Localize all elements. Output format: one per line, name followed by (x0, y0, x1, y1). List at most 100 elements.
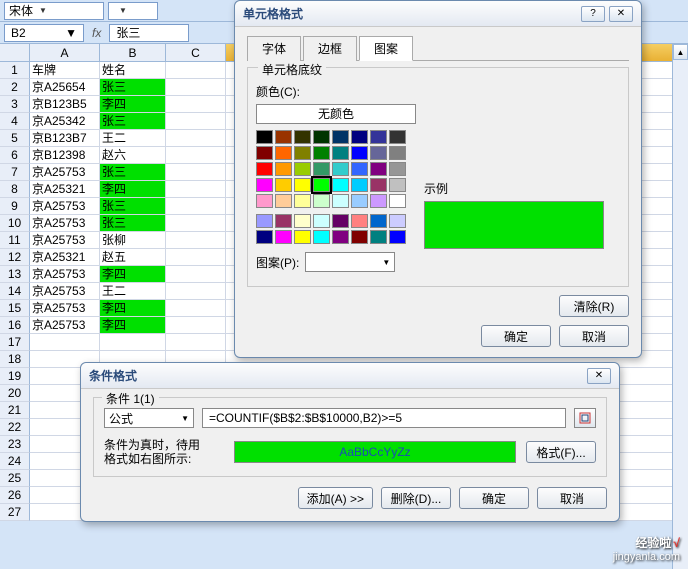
fx-icon[interactable]: fx (92, 26, 101, 40)
cell[interactable] (166, 79, 226, 96)
cell[interactable] (166, 232, 226, 249)
row-header[interactable]: 5 (0, 130, 30, 147)
ok-button[interactable]: 确定 (481, 325, 551, 347)
formula-input[interactable]: 张三 (109, 24, 189, 42)
color-swatch[interactable] (332, 230, 349, 244)
rule-type-dropdown[interactable]: 公式 ▼ (104, 408, 194, 428)
cell[interactable] (166, 130, 226, 147)
color-swatch[interactable] (275, 194, 292, 208)
font-size-dropdown[interactable]: ▼ (108, 2, 158, 20)
color-swatch[interactable] (294, 162, 311, 176)
color-swatch[interactable] (256, 178, 273, 192)
cell[interactable] (166, 113, 226, 130)
color-swatch[interactable] (275, 162, 292, 176)
color-swatch[interactable] (256, 214, 273, 228)
color-swatch[interactable] (332, 214, 349, 228)
color-swatch[interactable] (351, 178, 368, 192)
color-swatch[interactable] (370, 178, 387, 192)
cell[interactable] (166, 181, 226, 198)
dialog-titlebar[interactable]: 条件格式 ✕ (81, 363, 619, 389)
cell[interactable]: 京A25321 (30, 181, 100, 198)
row-header[interactable]: 15 (0, 300, 30, 317)
row-header[interactable]: 9 (0, 198, 30, 215)
color-swatch[interactable] (294, 194, 311, 208)
scroll-track[interactable] (673, 60, 688, 569)
color-swatch[interactable] (313, 162, 330, 176)
color-swatch[interactable] (256, 162, 273, 176)
color-swatch[interactable] (313, 130, 330, 144)
cell[interactable]: 张三 (100, 113, 166, 130)
row-header[interactable]: 20 (0, 385, 30, 402)
cell[interactable] (30, 334, 100, 351)
cell[interactable]: 京A25753 (30, 283, 100, 300)
column-header-C[interactable]: C (166, 44, 226, 62)
color-swatch[interactable] (370, 146, 387, 160)
row-header[interactable]: 22 (0, 419, 30, 436)
cell[interactable] (166, 147, 226, 164)
color-swatch[interactable] (351, 214, 368, 228)
cell[interactable]: 李四 (100, 181, 166, 198)
row-header[interactable]: 21 (0, 402, 30, 419)
close-button[interactable]: ✕ (609, 6, 633, 22)
cell[interactable]: 张三 (100, 79, 166, 96)
row-header[interactable]: 10 (0, 215, 30, 232)
name-box[interactable]: B2 ▼ (4, 24, 84, 42)
cell[interactable]: 京A25753 (30, 198, 100, 215)
row-header[interactable]: 19 (0, 368, 30, 385)
cell[interactable] (166, 164, 226, 181)
cancel-button[interactable]: 取消 (537, 487, 607, 509)
color-swatch[interactable] (332, 178, 349, 192)
cell[interactable] (166, 317, 226, 334)
row-header[interactable]: 16 (0, 317, 30, 334)
row-header[interactable]: 14 (0, 283, 30, 300)
row-header[interactable]: 17 (0, 334, 30, 351)
cell[interactable] (166, 62, 226, 79)
color-swatch[interactable] (313, 230, 330, 244)
tab-font[interactable]: 字体 (247, 36, 301, 61)
row-header[interactable]: 8 (0, 181, 30, 198)
row-header[interactable]: 11 (0, 232, 30, 249)
format-button[interactable]: 格式(F)... (526, 441, 596, 463)
tab-border[interactable]: 边框 (303, 36, 357, 61)
row-header[interactable]: 4 (0, 113, 30, 130)
cell[interactable]: 京B123B7 (30, 130, 100, 147)
color-swatch[interactable] (370, 214, 387, 228)
row-header[interactable]: 18 (0, 351, 30, 368)
color-swatch[interactable] (332, 130, 349, 144)
cell[interactable]: 京B123B5 (30, 96, 100, 113)
color-swatch[interactable] (313, 146, 330, 160)
row-header[interactable]: 23 (0, 436, 30, 453)
cell[interactable]: 赵六 (100, 147, 166, 164)
color-swatch[interactable] (294, 130, 311, 144)
dialog-titlebar[interactable]: 单元格格式 ? ✕ (235, 1, 641, 27)
cell[interactable]: 李四 (100, 317, 166, 334)
color-swatch[interactable] (294, 230, 311, 244)
scroll-up-button[interactable]: ▲ (673, 44, 688, 60)
column-header-A[interactable]: A (30, 44, 100, 62)
cell[interactable] (166, 215, 226, 232)
color-swatch[interactable] (351, 146, 368, 160)
cell[interactable] (166, 300, 226, 317)
color-swatch[interactable] (351, 162, 368, 176)
color-swatch[interactable] (332, 162, 349, 176)
cell[interactable]: 京A25753 (30, 300, 100, 317)
help-button[interactable]: ? (581, 6, 605, 22)
cell[interactable]: 车牌 (30, 62, 100, 79)
cell[interactable] (100, 334, 166, 351)
range-picker-button[interactable] (574, 408, 596, 428)
cell[interactable] (166, 198, 226, 215)
color-swatch[interactable] (256, 230, 273, 244)
color-swatch[interactable] (389, 178, 406, 192)
no-color-button[interactable]: 无颜色 (256, 104, 416, 124)
select-all-corner[interactable] (0, 44, 30, 62)
color-swatch[interactable] (256, 146, 273, 160)
cell[interactable]: 京A25753 (30, 232, 100, 249)
color-swatch[interactable] (370, 130, 387, 144)
cell[interactable]: 京A25654 (30, 79, 100, 96)
formula-input[interactable]: =COUNTIF($B$2:$B$10000,B2)>=5 (202, 408, 566, 428)
clear-button[interactable]: 清除(R) (559, 295, 629, 317)
font-family-dropdown[interactable]: 宋体 ▼ (4, 2, 104, 20)
color-swatch[interactable] (275, 214, 292, 228)
cell[interactable] (166, 96, 226, 113)
color-swatch[interactable] (389, 162, 406, 176)
